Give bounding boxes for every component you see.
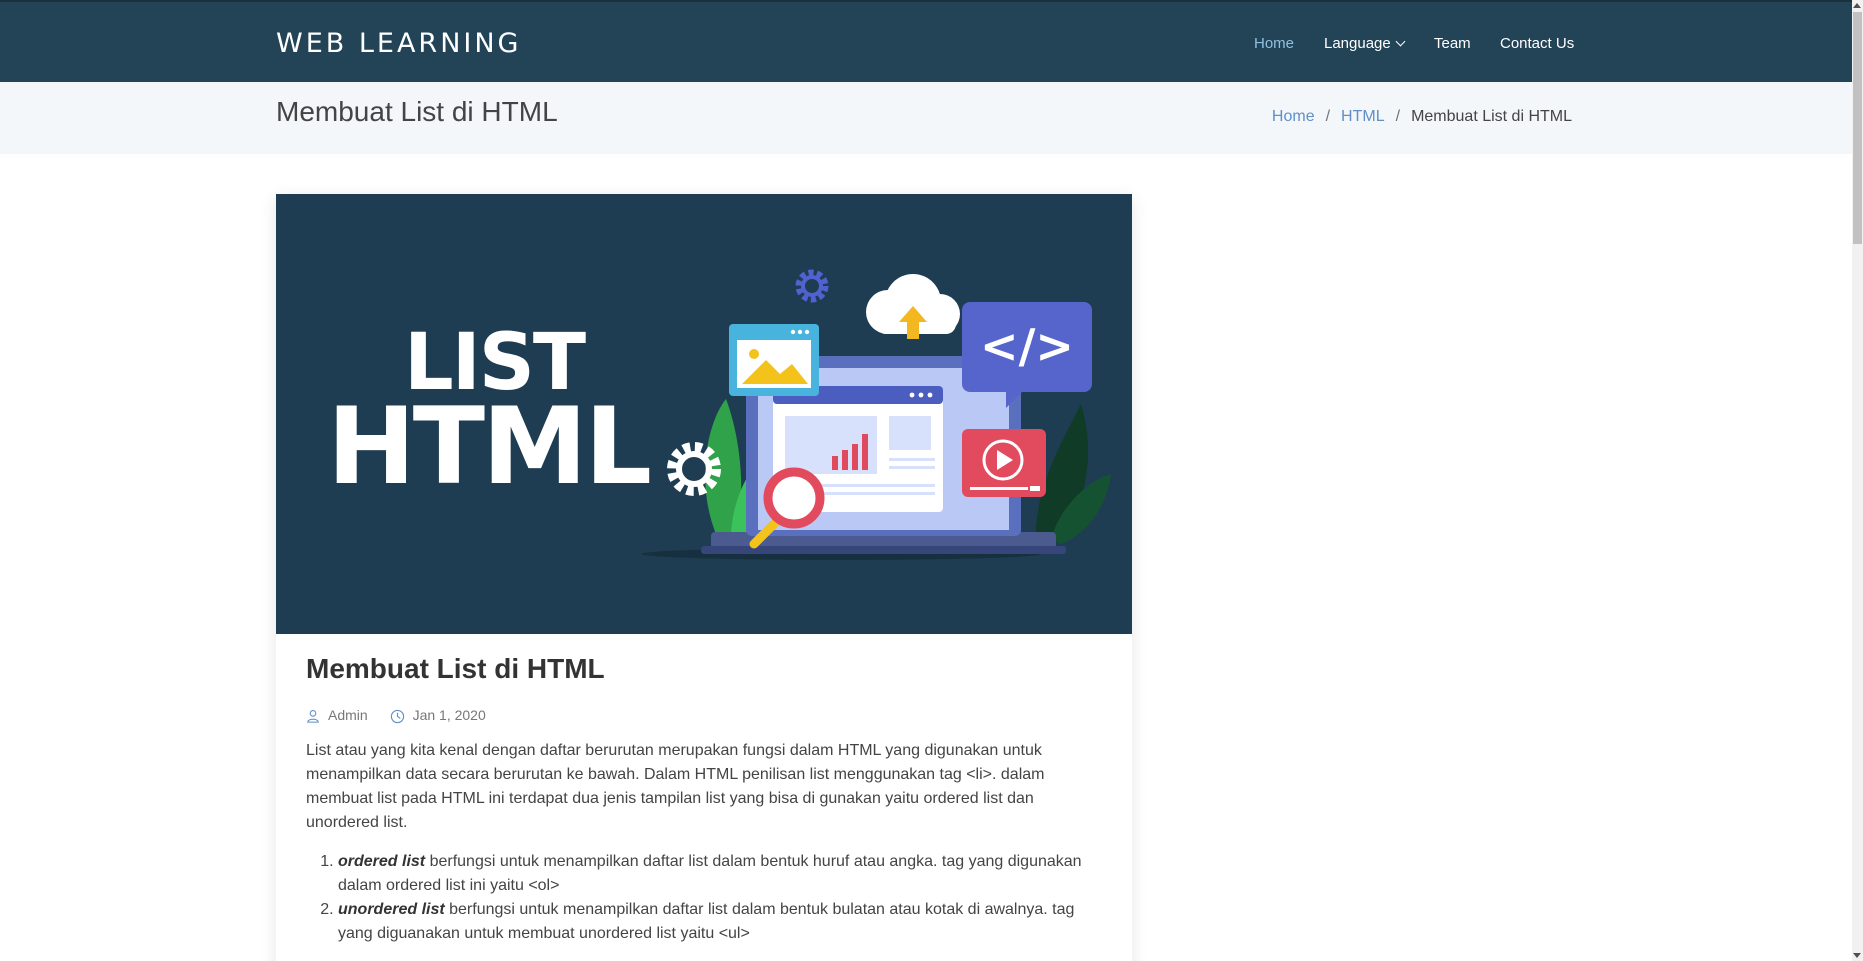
list-item-term: ordered list <box>338 853 426 870</box>
article-date[interactable]: Jan 1, 2020 <box>390 707 486 724</box>
article-hero-image: </> LIST HTML <box>276 194 1132 634</box>
scrollbar-thumb[interactable] <box>1853 12 1862 244</box>
breadcrumb-separator: / <box>1325 108 1331 125</box>
person-icon <box>307 710 319 724</box>
chevron-down-icon <box>1395 36 1406 47</box>
list-item-text: berfungsi untuk menampilkan daftar list … <box>338 901 1075 942</box>
breadcrumb: Home / HTML / Membuat List di HTML <box>1272 108 1572 126</box>
nav-home[interactable]: Home <box>1254 35 1294 52</box>
article-content: List atau yang kita kenal dengan daftar … <box>306 739 1106 946</box>
breadcrumb-home[interactable]: Home <box>1272 108 1315 125</box>
page-title: Membuat List di HTML <box>276 96 558 127</box>
nav-team[interactable]: Team <box>1434 35 1471 52</box>
article-card: </> LIST HTML Membuat List di HTML Admin… <box>276 194 1132 961</box>
scroll-up-arrow-icon[interactable] <box>1853 3 1861 8</box>
nav-language[interactable]: Language <box>1324 35 1406 52</box>
main-nav: Home Language Team Contact Us <box>0 35 1852 55</box>
article-list: ordered list berfungsi untuk menampilkan… <box>306 850 1106 946</box>
article-intro: List atau yang kita kenal dengan daftar … <box>306 742 1045 831</box>
vertical-scrollbar[interactable] <box>1852 0 1863 961</box>
hero-title: LIST HTML <box>276 194 1132 634</box>
site-header: WEB LEARNING Home Language Team Contact … <box>0 2 1852 82</box>
breadcrumb-separator: / <box>1395 108 1401 125</box>
list-item: ordered list berfungsi untuk menampilkan… <box>338 850 1106 898</box>
article-author[interactable]: Admin <box>306 707 368 723</box>
hero-title-line2: HTML <box>327 385 652 508</box>
article-meta: Admin Jan 1, 2020 <box>306 706 504 724</box>
author-name: Admin <box>328 707 368 724</box>
scroll-down-arrow-icon[interactable] <box>1853 953 1861 958</box>
list-item: unordered list berfungsi untuk menampilk… <box>338 898 1106 946</box>
clock-icon <box>390 709 404 723</box>
date-text: Jan 1, 2020 <box>412 706 486 723</box>
nav-language-label: Language <box>1324 35 1391 52</box>
breadcrumb-section: Membuat List di HTML Home / HTML / Membuat L… <box>0 82 1852 154</box>
breadcrumb-current: Membuat List di HTML <box>1411 108 1572 125</box>
list-item-term: unordered list <box>338 901 445 918</box>
list-item-text: berfungsi untuk menampilkan daftar list … <box>338 853 1082 894</box>
breadcrumb-html[interactable]: HTML <box>1341 108 1385 125</box>
article-title[interactable]: Membuat List di HTML <box>306 653 605 685</box>
nav-contact-us[interactable]: Contact Us <box>1500 35 1574 52</box>
